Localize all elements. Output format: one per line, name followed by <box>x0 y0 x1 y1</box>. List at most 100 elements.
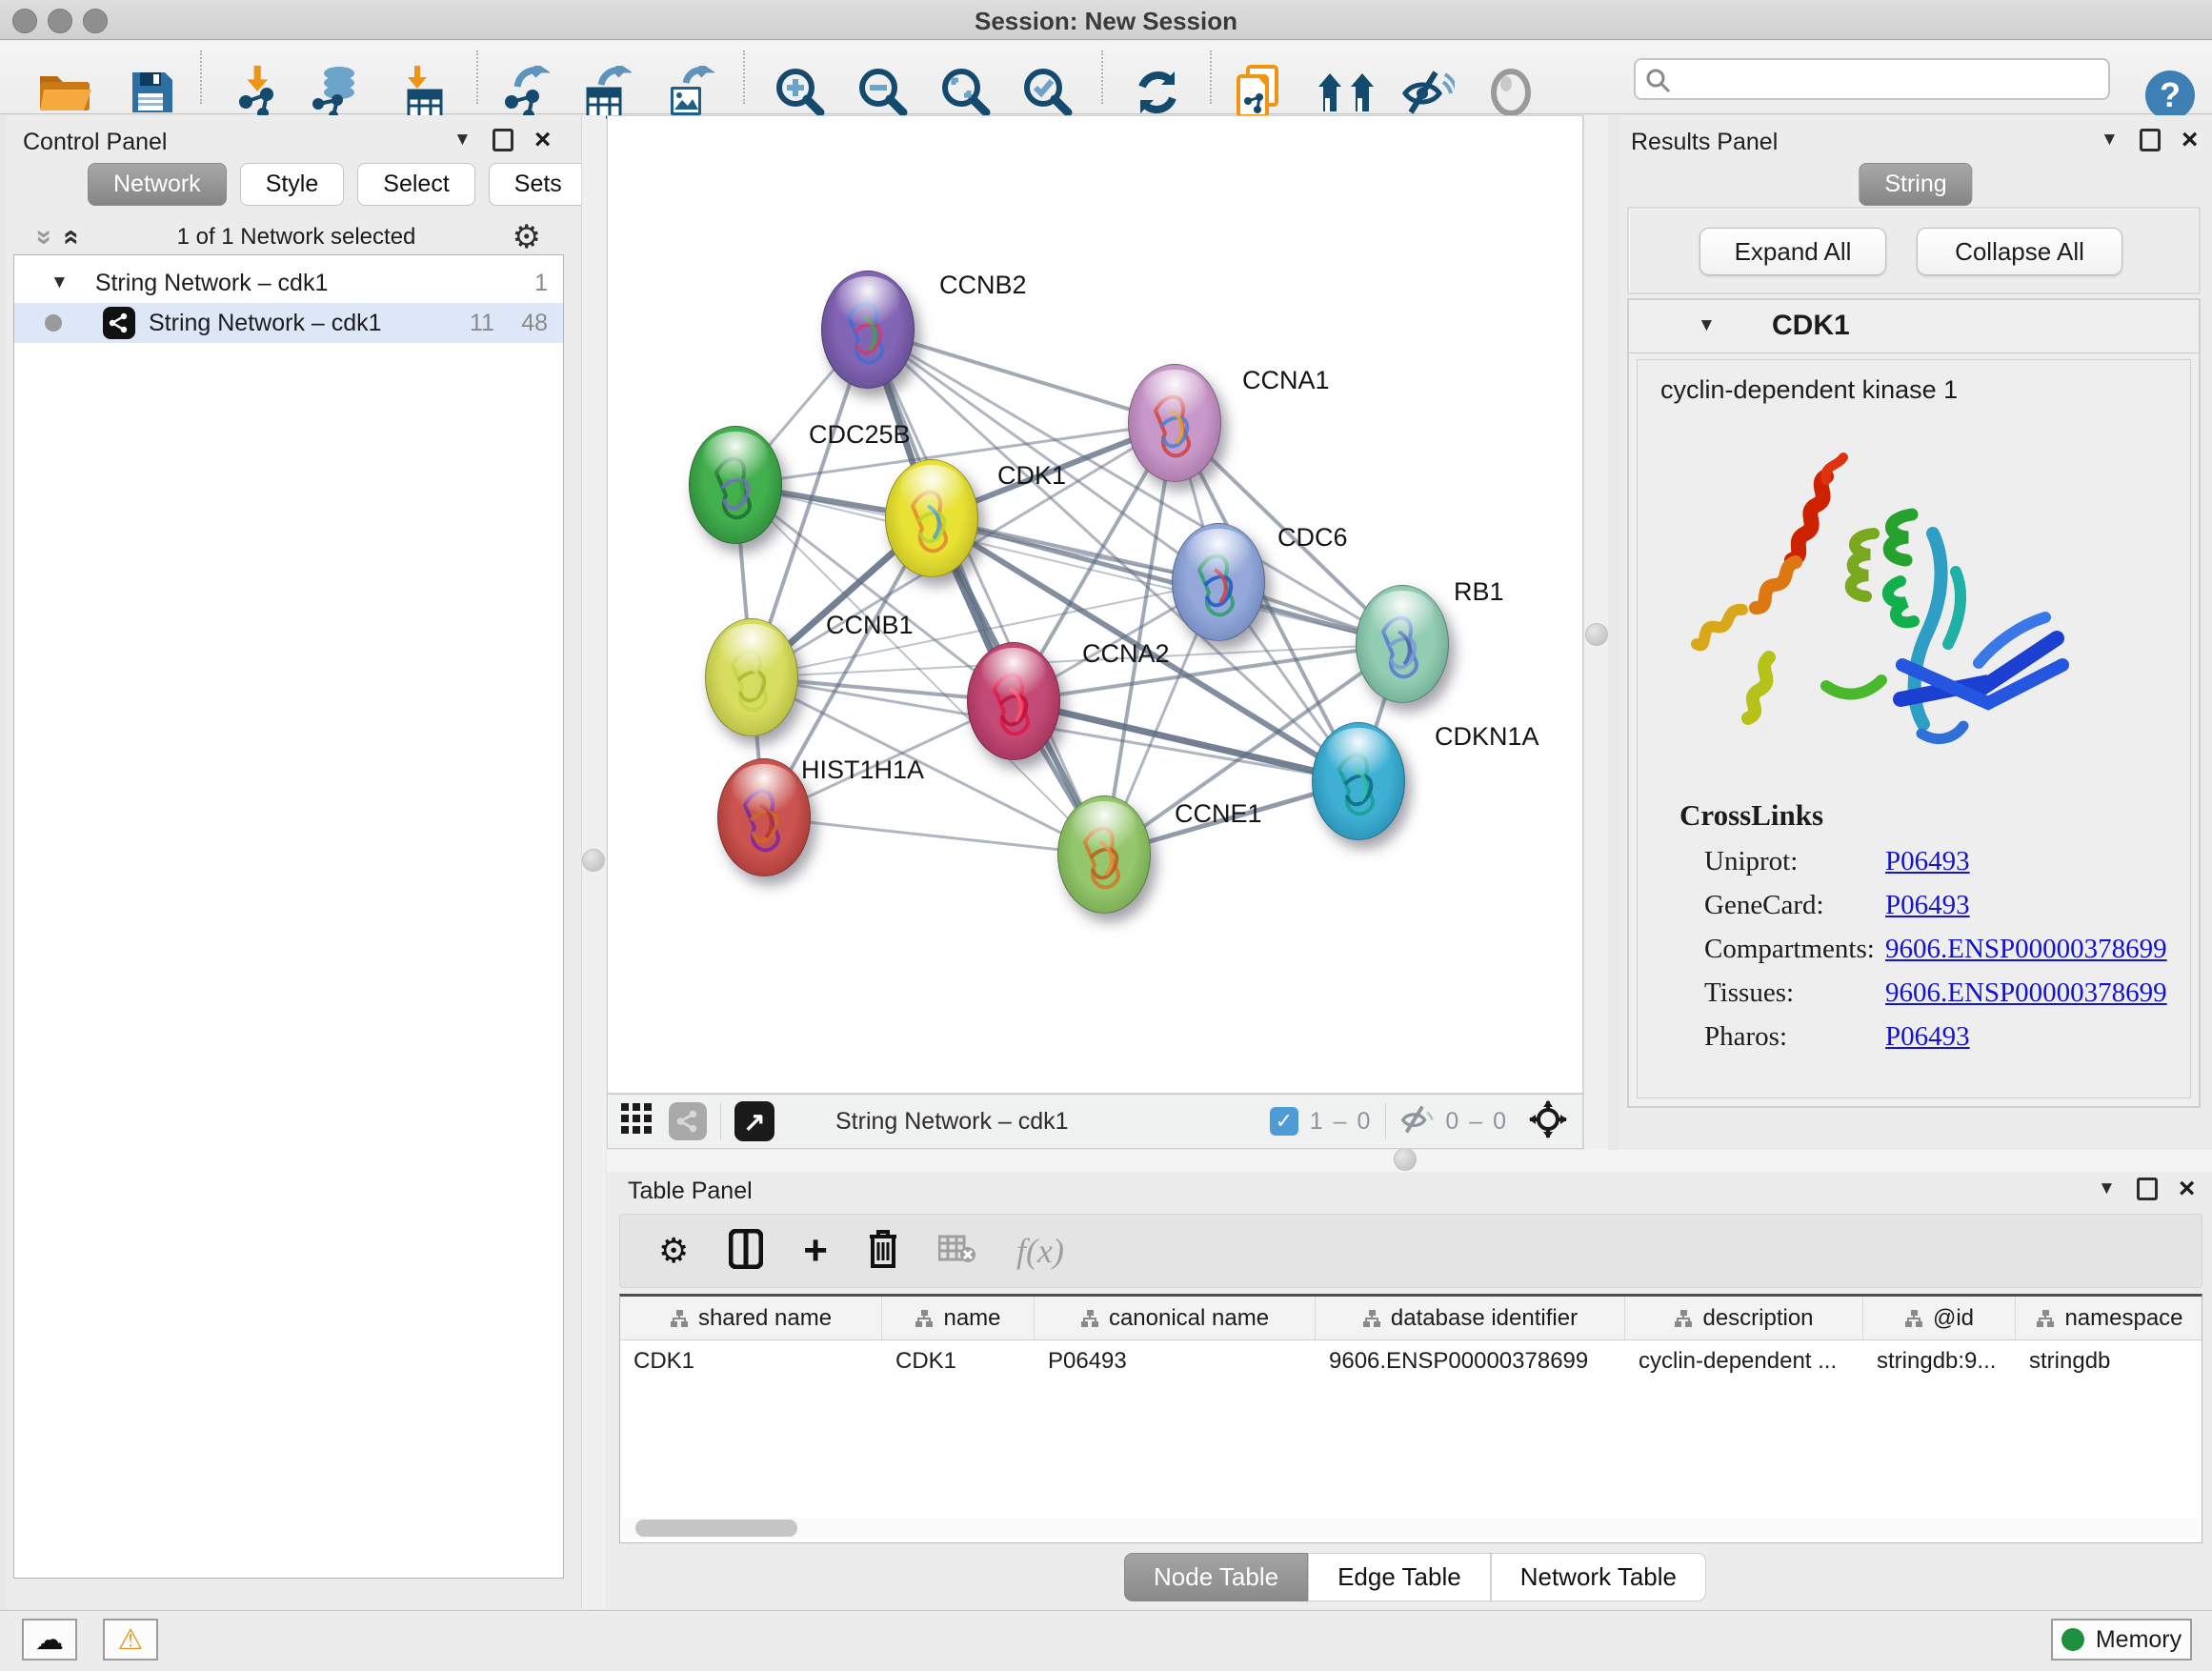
crosslink-link[interactable]: P06493 <box>1885 846 1970 876</box>
network-collection-row[interactable]: ▼ String Network – cdk1 1 <box>14 263 563 303</box>
network-node-CCNA2[interactable] <box>967 642 1060 760</box>
float-panel-icon[interactable] <box>2137 1178 2158 1200</box>
network-node-CCNB2[interactable] <box>821 271 915 389</box>
network-node-CDC6[interactable] <box>1172 523 1265 641</box>
scrollbar-thumb[interactable] <box>635 1520 797 1537</box>
tree-expander-icon[interactable]: ▼ <box>50 272 69 293</box>
network-node-CDKN1A[interactable] <box>1312 722 1405 840</box>
cell-id: stringdb:9... <box>1863 1340 2016 1382</box>
export-image-icon[interactable] <box>665 66 714 119</box>
import-table-icon[interactable] <box>401 66 449 119</box>
export-table-icon[interactable] <box>582 66 632 119</box>
splitter-handle[interactable] <box>582 849 605 872</box>
crosslink-link[interactable]: P06493 <box>1885 1021 1970 1052</box>
column-header[interactable]: shared name <box>698 1305 832 1332</box>
crosslink-link[interactable]: 9606.ENSP00000378699 <box>1885 977 2167 1008</box>
zoom-in-icon[interactable] <box>774 67 826 118</box>
crosslink-link[interactable]: P06493 <box>1885 890 1970 920</box>
attribute-icon <box>2036 1309 2055 1328</box>
network-view-title: String Network – cdk1 <box>835 1108 1069 1136</box>
network-canvas[interactable]: CCNB2CCNA1CDC25BCDK1CDC6RB1CCNB1CCNA2CDK… <box>607 115 1583 1094</box>
horizontal-scrollbar[interactable] <box>622 1518 2200 1539</box>
network-node-CCNB1[interactable] <box>705 618 798 736</box>
first-neighbors-icon[interactable] <box>1317 71 1376 113</box>
hide-selected-icon[interactable] <box>1401 69 1455 116</box>
tab-network-table[interactable]: Network Table <box>1491 1553 1706 1601</box>
table-options-gear-icon[interactable]: ⚙ <box>658 1231 689 1271</box>
left-splitter[interactable] <box>581 115 606 1609</box>
export-network-icon[interactable] <box>500 66 550 119</box>
refresh-icon[interactable] <box>1133 68 1182 117</box>
options-gear-icon[interactable]: ⚙ <box>513 218 541 256</box>
column-header[interactable]: namespace <box>2064 1305 2182 1332</box>
crosslink-label: Pharos: <box>1704 1021 1885 1053</box>
network-row[interactable]: String Network – cdk1 11 48 <box>14 303 563 343</box>
network-node-CDK1[interactable] <box>885 459 978 577</box>
tab-edge-table[interactable]: Edge Table <box>1308 1553 1491 1601</box>
selected-checkbox-icon[interactable]: ✓ <box>1270 1107 1298 1136</box>
tab-string[interactable]: String <box>1859 163 1972 206</box>
search-input[interactable] <box>1634 58 2110 100</box>
crosslink-link[interactable]: 9606.ENSP00000378699 <box>1885 934 2167 964</box>
tab-sets[interactable]: Sets <box>489 163 588 206</box>
splitter-handle[interactable] <box>1585 623 1608 646</box>
tab-style[interactable]: Style <box>240 163 345 206</box>
network-node-HIST1H1A[interactable] <box>717 758 811 876</box>
tab-select[interactable]: Select <box>357 163 474 206</box>
panel-menu-icon[interactable]: ▼ <box>2101 130 2119 151</box>
zoom-out-icon[interactable] <box>857 67 909 118</box>
network-node-CCNE1[interactable] <box>1057 795 1151 914</box>
node-table[interactable]: shared name name canonical name database… <box>619 1294 2202 1543</box>
table-row[interactable]: CDK1 CDK1 P06493 9606.ENSP00000378699 cy… <box>620 1340 2202 1382</box>
show-all-icon[interactable] <box>1487 69 1535 116</box>
birds-eye-icon[interactable] <box>1529 1100 1567 1143</box>
delete-column-icon[interactable] <box>868 1229 898 1274</box>
float-panel-icon[interactable] <box>493 129 513 151</box>
column-header[interactable]: description <box>1702 1305 1813 1332</box>
close-panel-icon[interactable]: × <box>2179 1179 2196 1198</box>
panel-menu-icon[interactable]: ▼ <box>453 130 472 151</box>
cloud-button[interactable]: ☁ <box>22 1619 77 1661</box>
save-session-icon[interactable] <box>129 70 172 114</box>
show-columns-icon[interactable] <box>729 1229 763 1274</box>
column-header[interactable]: name <box>943 1305 1000 1332</box>
string-actions-box: Expand All Collapse All <box>1627 207 2201 294</box>
close-panel-icon[interactable]: × <box>534 131 552 150</box>
grid-view-icon[interactable] <box>621 1103 654 1140</box>
node-label-CDKN1A: CDKN1A <box>1435 722 1539 752</box>
network-node-CCNA1[interactable] <box>1128 364 1221 482</box>
import-database-icon[interactable] <box>311 66 364 119</box>
add-column-icon[interactable]: + <box>803 1227 828 1275</box>
collapse-all-button[interactable]: Collapse All <box>1917 228 2122 275</box>
tab-network[interactable]: Network <box>88 163 227 206</box>
splitter-handle[interactable] <box>1394 1148 1417 1171</box>
memory-button[interactable]: Memory <box>2051 1619 2192 1661</box>
network-node-RB1[interactable] <box>1356 585 1449 703</box>
column-header[interactable]: database identifier <box>1391 1305 1578 1332</box>
bottom-splitter[interactable] <box>607 1150 2212 1172</box>
search-icon <box>1645 68 1672 94</box>
float-panel-icon[interactable] <box>2140 129 2161 151</box>
tab-node-table[interactable]: Node Table <box>1124 1553 1308 1601</box>
entry-expander-icon[interactable]: ▼ <box>1698 315 1716 336</box>
column-header[interactable]: @id <box>1933 1305 1974 1332</box>
zoom-selected-icon[interactable] <box>1022 67 1074 118</box>
help-icon[interactable]: ? <box>2144 70 2196 121</box>
import-network-icon[interactable] <box>234 66 284 119</box>
clone-network-icon[interactable] <box>1235 65 1284 120</box>
right-splitter[interactable] <box>1583 115 1608 1150</box>
column-header[interactable]: canonical name <box>1109 1305 1269 1332</box>
open-session-icon[interactable] <box>38 70 91 114</box>
detach-view-icon[interactable]: ↗ <box>734 1101 774 1141</box>
share-view-icon[interactable] <box>669 1102 707 1140</box>
expand-all-button[interactable]: Expand All <box>1699 228 1886 275</box>
toolbar-separator <box>476 50 478 104</box>
panel-menu-icon[interactable]: ▼ <box>2098 1178 2116 1199</box>
network-label: String Network – cdk1 <box>149 310 382 337</box>
node-label-CDC25B: CDC25B <box>809 420 911 450</box>
network-node-CDC25B[interactable] <box>689 426 782 544</box>
warnings-button[interactable]: ⚠ <box>103 1619 158 1661</box>
entry-header[interactable]: ▼ CDK1 <box>1629 300 2199 353</box>
zoom-fit-icon[interactable] <box>940 67 992 118</box>
close-panel-icon[interactable]: × <box>2182 131 2199 150</box>
